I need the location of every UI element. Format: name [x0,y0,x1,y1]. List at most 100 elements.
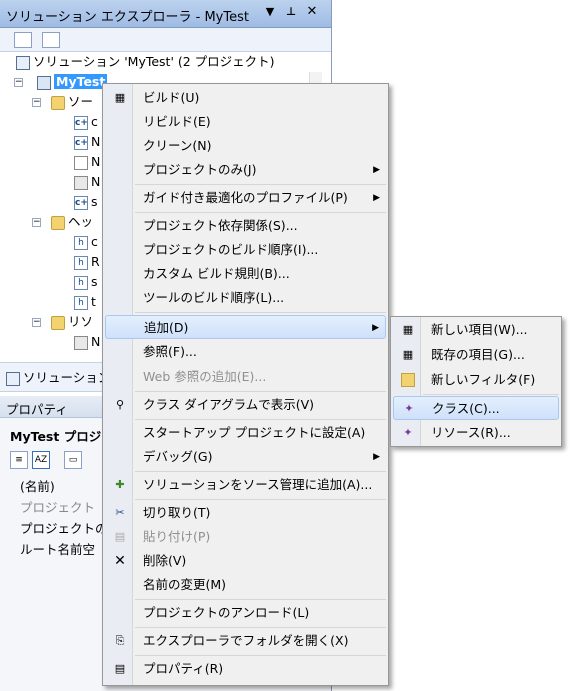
menu-item-open-folder[interactable]: ⎘ エクスプローラでフォルダを開く(X) [105,629,386,653]
menu-separator [135,391,386,392]
class-diagram-icon: ⚲ [115,398,125,411]
tree-file-node[interactable]: N [74,152,100,172]
menu-item-references[interactable]: 参照(F)... [105,340,386,364]
source-control-icon: ✚ [115,478,125,491]
collapse-icon[interactable]: − [32,218,41,227]
text-file-icon [74,155,88,170]
project-icon [37,75,51,90]
menu-item-build[interactable]: ▦ ビルド(U) [105,86,386,110]
menu-item-existing-item[interactable]: ▦ 既存の項目(G)... [393,343,559,367]
menu-item-properties[interactable]: ▤ プロパティ(R) [105,657,386,681]
project-context-menu: ▦ ビルド(U) リビルド(E) クリーン(N) プロジェクトのみ(J) ▶ ガイド… [102,83,389,686]
properties-icon: ▤ [114,662,126,675]
cpp-file-icon: c+ [74,135,88,150]
menu-separator [135,599,386,600]
properties-object-name[interactable]: MyTest プロジェ [10,426,114,445]
panel-title: ソリューション エクスプローラ - MyTest [6,10,249,25]
menu-item-resource[interactable]: ✦ リソース(R)... [393,421,559,445]
menu-item-debug[interactable]: デバッグ(G) ▶ [105,445,386,469]
tree-node-label: ヘッ [68,214,94,229]
folder-icon [51,315,65,330]
menu-separator [135,184,386,185]
tree-file-node[interactable]: N [74,172,100,192]
tree-folder-node[interactable]: − ヘッ [32,212,93,232]
tree-project-node[interactable]: − MyTest [14,72,108,92]
tree-node-label: N [91,334,101,349]
menu-item-class[interactable]: ✦ クラス(C)... [393,396,559,420]
menu-separator [135,655,386,656]
menu-item-cut[interactable]: ✂ 切り取り(T) [105,501,386,525]
tree-node-label: c [91,114,98,129]
menu-item-paste: ▤ 貼り付け(P) [114,529,211,544]
property-row[interactable]: (名前) [20,476,55,497]
cut-icon: ✂ [115,506,125,519]
menu-separator [135,312,386,313]
tree-node-label: c [91,234,98,249]
tree-file-node[interactable]: ht [74,292,96,312]
resource-file-icon [74,335,88,350]
resource-icon: ✦ [403,426,413,439]
menu-item-pgo-profile[interactable]: ガイド付き最適化のプロファイル(P) ▶ [105,186,386,210]
tree-file-node[interactable]: hc [74,232,98,252]
property-row[interactable]: プロジェクトの [20,518,108,539]
menu-item-rebuild[interactable]: リビルド(E) [105,110,386,134]
project-label: MyTest [54,74,108,89]
new-item-icon: ▦ [402,323,414,336]
dropdown-arrow-icon[interactable]: ▼ [262,4,278,20]
menu-item-clean[interactable]: クリーン(N) [105,134,386,158]
tree-file-node[interactable]: c+ N [74,132,100,152]
menu-separator [135,212,386,213]
menu-item-project-only[interactable]: プロジェクトのみ(J) ▶ [105,158,386,182]
show-all-files-icon[interactable] [42,32,60,48]
collapse-icon[interactable]: − [14,78,23,87]
menu-item-dependencies[interactable]: プロジェクト依存関係(S)... [105,214,386,238]
property-row[interactable]: プロジェクト [20,497,95,518]
menu-item-set-startup[interactable]: スタートアップ プロジェクトに設定(A) [105,421,386,445]
pin-icon[interactable]: ⊥ [283,4,299,20]
menu-item-add-to-source-control[interactable]: ✚ ソリューションをソース管理に追加(A)... [105,473,386,497]
menu-item-tool-build-order[interactable]: ツールのビルド順序(L)... [105,286,386,310]
tree-folder-node[interactable]: − リソ [32,312,93,332]
menu-item-build-order[interactable]: プロジェクトのビルド順序(I)... [105,238,386,262]
tree-file-node[interactable]: hR [74,252,100,272]
tree-node-label: t [91,294,96,309]
class-view-icon[interactable] [70,32,88,48]
tab-solution-explorer[interactable]: ソリューション [6,367,110,386]
menu-separator [423,394,559,395]
collapse-icon[interactable]: − [32,98,41,107]
tree-solution-node[interactable]: ソリューション 'MyTest' (2 プロジェクト) [16,52,275,72]
menu-separator [135,471,386,472]
menu-item-view-class-diagram[interactable]: ⚲ クラス ダイアグラムで表示(V) [105,393,386,417]
folder-icon [51,215,65,230]
solution-explorer-icon [6,371,20,386]
menu-item-new-filter[interactable]: 新しいフィルタ(F) [393,368,559,392]
menu-separator [135,419,386,420]
tree-file-node[interactable]: N [74,332,100,352]
property-row[interactable]: ルート名前空 [20,539,95,560]
menu-item-delete[interactable]: ✕ 削除(V) [105,549,386,573]
tree-file-node[interactable]: hs [74,272,98,292]
header-file-icon: h [74,275,88,290]
tree-node-label: ソー [68,94,94,109]
alphabetical-icon[interactable]: AZ [32,451,50,469]
submenu-arrow-icon: ▶ [372,323,379,333]
menu-item-rename[interactable]: 名前の変更(M) [105,573,386,597]
menu-item-custom-build-rules[interactable]: カスタム ビルド規則(B)... [105,262,386,286]
menu-separator [135,499,386,500]
properties-icon[interactable] [14,32,32,48]
submenu-arrow-icon: ▶ [373,165,380,175]
property-pages-icon[interactable]: ▭ [64,451,82,469]
menu-item-add[interactable]: 追加(D) ▶ [105,315,386,339]
tree-file-node[interactable]: c+ c [74,112,98,132]
tree-folder-node[interactable]: − ソー [32,92,93,112]
menu-item-new-item[interactable]: ▦ 新しい項目(W)... [393,318,559,342]
tree-file-node[interactable]: c+ s [74,192,98,212]
resource-file-icon [74,175,88,190]
tree-node-label: s [91,194,98,209]
menu-item-unload-project[interactable]: プロジェクトのアンロード(L) [105,601,386,625]
tree-node-label: R [91,254,100,269]
collapse-icon[interactable]: − [32,318,41,327]
header-file-icon: h [74,255,88,270]
categorized-icon[interactable]: ≡ [10,451,28,469]
close-icon[interactable]: ✕ [304,4,320,20]
